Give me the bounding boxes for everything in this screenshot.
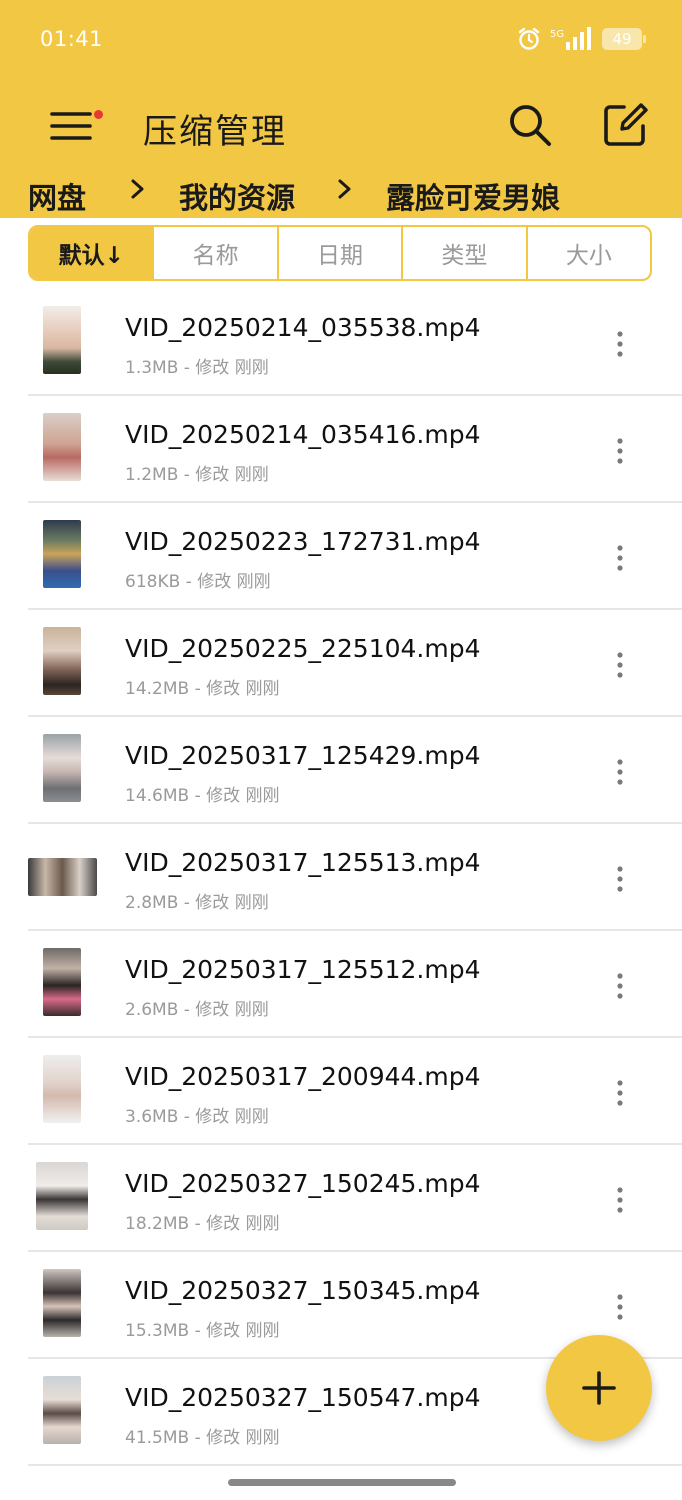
file-meta: 3.6MB - 修改 刚刚	[125, 1107, 269, 1127]
plus-icon	[582, 1371, 616, 1405]
sort-tabs: 默认↓ 名称 日期 类型 大小	[28, 225, 652, 281]
sort-tab-date[interactable]: 日期	[276, 227, 401, 279]
battery-level: 49	[612, 30, 632, 48]
more-vertical-icon[interactable]	[614, 544, 626, 572]
file-name: VID_20250214_035416.mp4	[125, 420, 481, 449]
status-icons: 5G 49	[516, 24, 646, 54]
file-name: VID_20250317_125512.mp4	[125, 955, 481, 984]
file-meta: 15.3MB - 修改 刚刚	[125, 1321, 280, 1341]
file-name: VID_20250327_150245.mp4	[125, 1169, 481, 1198]
file-meta: 14.2MB - 修改 刚刚	[125, 679, 280, 699]
file-meta: 2.6MB - 修改 刚刚	[125, 1000, 269, 1020]
file-row[interactable]: VID_20250327_150245.mp4 18.2MB - 修改 刚刚	[28, 1145, 682, 1252]
file-row[interactable]: VID_20250317_200944.mp4 3.6MB - 修改 刚刚	[28, 1038, 682, 1145]
file-meta: 2.8MB - 修改 刚刚	[125, 893, 269, 913]
file-name: VID_20250214_035538.mp4	[125, 313, 481, 342]
file-meta: 1.2MB - 修改 刚刚	[125, 465, 269, 485]
video-thumbnail	[43, 306, 81, 374]
status-time: 01:41	[40, 27, 104, 51]
alarm-icon	[518, 27, 540, 50]
file-list: VID_20250214_035538.mp4 1.3MB - 修改 刚刚 VI…	[28, 289, 682, 1466]
video-thumbnail	[43, 734, 81, 802]
app-bar: 压缩管理	[0, 80, 682, 170]
file-meta: 41.5MB - 修改 刚刚	[125, 1428, 280, 1448]
chevron-right-icon	[131, 179, 144, 199]
breadcrumb-item-my-resources[interactable]: 我的资源	[179, 175, 295, 217]
video-thumbnail	[43, 627, 81, 695]
file-name: VID_20250223_172731.mp4	[125, 527, 481, 556]
menu-button[interactable]	[46, 100, 103, 152]
file-meta: 1.3MB - 修改 刚刚	[125, 358, 269, 378]
more-vertical-icon[interactable]	[614, 1293, 626, 1321]
more-vertical-icon[interactable]	[614, 330, 626, 358]
status-bar: 01:41 5G 49	[0, 0, 682, 80]
file-row[interactable]: VID_20250317_125513.mp4 2.8MB - 修改 刚刚	[28, 824, 682, 931]
sort-tab-default[interactable]: 默认↓	[30, 227, 153, 279]
file-name: VID_20250327_150345.mp4	[125, 1276, 481, 1305]
more-vertical-icon[interactable]	[614, 437, 626, 465]
breadcrumb: 网盘 我的资源 露脸可爱男娘	[0, 170, 682, 218]
more-vertical-icon[interactable]	[614, 651, 626, 679]
file-meta: 14.6MB - 修改 刚刚	[125, 786, 280, 806]
home-indicator[interactable]	[228, 1479, 456, 1486]
more-vertical-icon[interactable]	[614, 1079, 626, 1107]
file-name: VID_20250317_125513.mp4	[125, 848, 481, 877]
battery-icon: 49	[602, 28, 646, 50]
sort-tab-name[interactable]: 名称	[152, 227, 276, 279]
breadcrumb-item-current-folder[interactable]: 露脸可爱男娘	[386, 175, 560, 217]
file-name: VID_20250225_225104.mp4	[125, 634, 481, 663]
video-thumbnail	[43, 1055, 81, 1123]
menu-icon	[50, 112, 92, 140]
video-thumbnail	[36, 1162, 88, 1230]
edit-button[interactable]	[600, 100, 650, 150]
more-vertical-icon[interactable]	[614, 972, 626, 1000]
search-button[interactable]	[505, 100, 555, 150]
notification-dot	[94, 110, 103, 119]
top-bar: 01:41 5G 49 压缩管理 网盘 我的资源 露脸可爱男娘	[0, 0, 682, 218]
sort-tab-type[interactable]: 类型	[401, 227, 525, 279]
file-meta: 18.2MB - 修改 刚刚	[125, 1214, 280, 1234]
edit-icon	[604, 103, 648, 146]
file-name: VID_20250327_150547.mp4	[125, 1383, 481, 1412]
file-meta: 618KB - 修改 刚刚	[125, 572, 271, 592]
add-button[interactable]	[546, 1335, 652, 1441]
breadcrumb-item-netdisk[interactable]: 网盘	[28, 175, 86, 217]
more-vertical-icon[interactable]	[614, 1186, 626, 1214]
network-type: 5G	[550, 29, 564, 40]
more-vertical-icon[interactable]	[614, 865, 626, 893]
more-vertical-icon[interactable]	[614, 758, 626, 786]
file-row[interactable]: VID_20250214_035416.mp4 1.2MB - 修改 刚刚	[28, 396, 682, 503]
file-row[interactable]: VID_20250225_225104.mp4 14.2MB - 修改 刚刚	[28, 610, 682, 717]
file-name: VID_20250317_125429.mp4	[125, 741, 481, 770]
video-thumbnail	[43, 413, 81, 481]
video-thumbnail	[43, 948, 81, 1016]
sort-tab-size[interactable]: 大小	[525, 227, 650, 279]
chevron-right-icon	[338, 179, 351, 199]
video-thumbnail	[28, 858, 97, 896]
file-row[interactable]: VID_20250317_125512.mp4 2.6MB - 修改 刚刚	[28, 931, 682, 1038]
video-thumbnail	[43, 1376, 81, 1444]
video-thumbnail	[43, 520, 81, 588]
file-row[interactable]: VID_20250223_172731.mp4 618KB - 修改 刚刚	[28, 503, 682, 610]
page-title: 压缩管理	[143, 112, 287, 152]
search-icon	[510, 105, 551, 146]
file-name: VID_20250317_200944.mp4	[125, 1062, 481, 1091]
video-thumbnail	[43, 1269, 81, 1337]
file-row[interactable]: VID_20250317_125429.mp4 14.6MB - 修改 刚刚	[28, 717, 682, 824]
signal-5g-icon: 5G	[550, 27, 591, 50]
file-row[interactable]: VID_20250214_035538.mp4 1.3MB - 修改 刚刚	[28, 289, 682, 396]
